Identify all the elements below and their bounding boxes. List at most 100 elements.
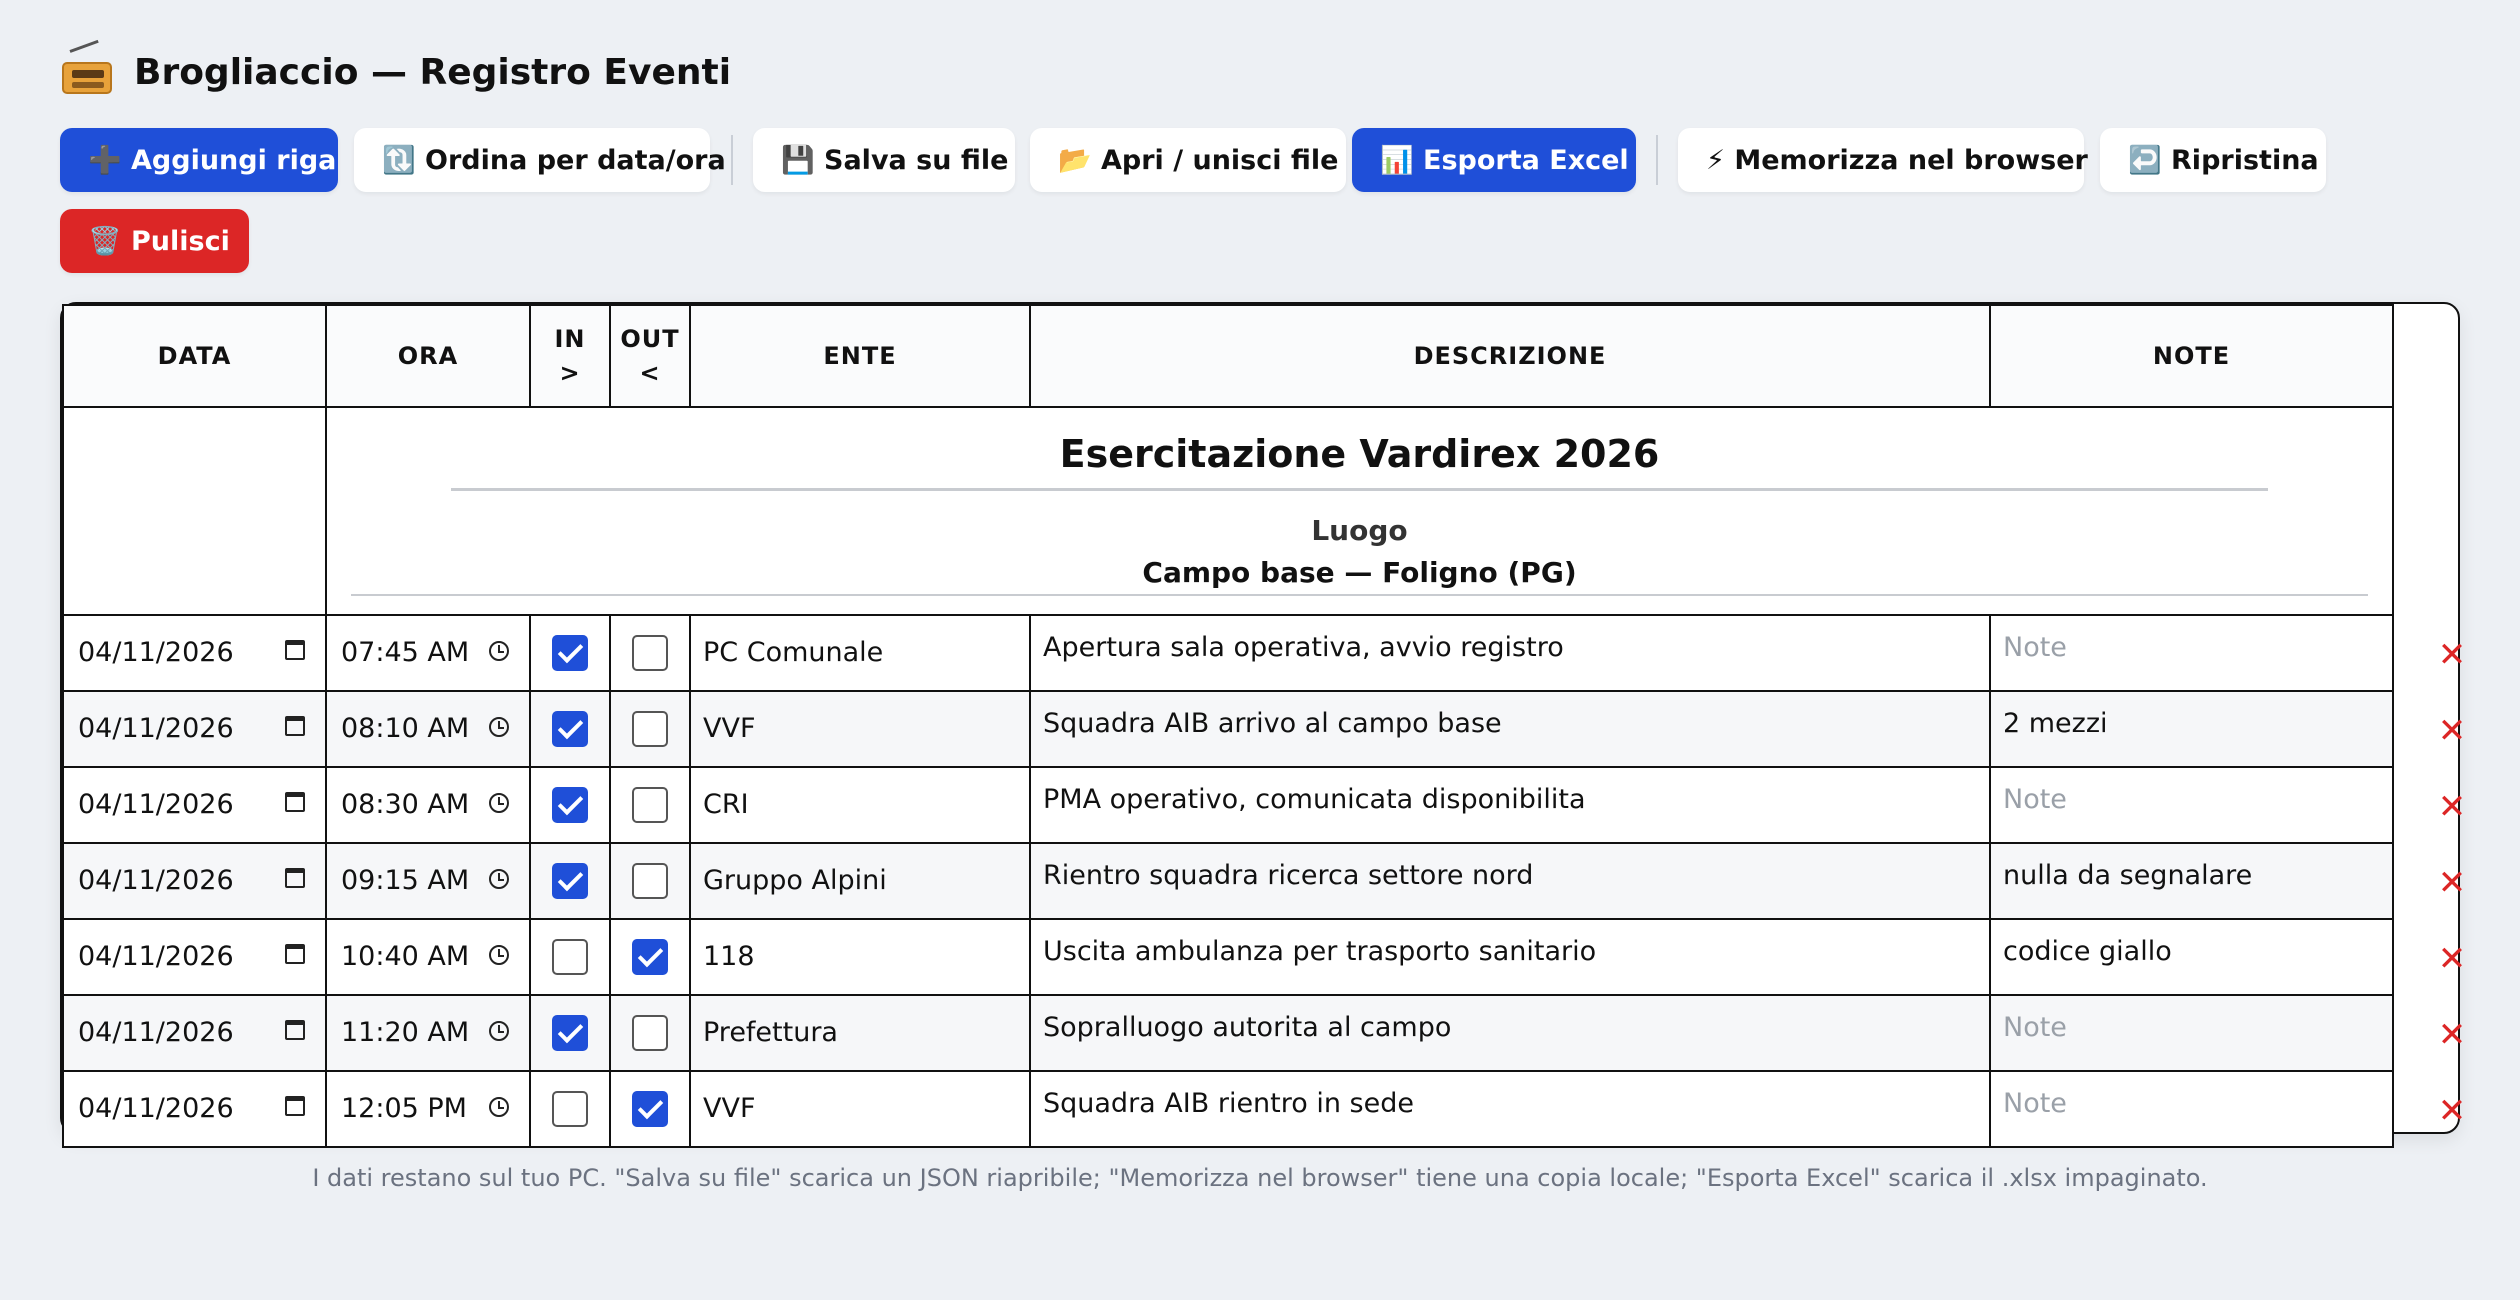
- date-input[interactable]: 04/11/2026: [62, 614, 327, 692]
- note-input[interactable]: Note: [1989, 766, 2394, 844]
- date-input[interactable]: 04/11/2026: [62, 994, 327, 1072]
- out-checkbox[interactable]: [632, 635, 668, 671]
- descrizione-input[interactable]: Uscita ambulanza per trasporto sanitario: [1029, 918, 1991, 996]
- out-checkbox[interactable]: [632, 711, 668, 747]
- store-browser-button[interactable]: ⚡ Memorizza nel browser: [1678, 128, 2088, 192]
- note-input[interactable]: codice giallo: [1989, 918, 2394, 996]
- column-header-in: IN >: [529, 304, 611, 408]
- event-title[interactable]: Esercitazione Vardirex 2026: [327, 432, 2392, 476]
- delete-row-icon[interactable]: ✕: [2426, 922, 2478, 996]
- clear-button[interactable]: 🗑️ Pulisci: [60, 209, 249, 273]
- out-checkbox[interactable]: [632, 787, 668, 823]
- in-checkbox[interactable]: [552, 787, 588, 823]
- out-checkbox[interactable]: [632, 863, 668, 899]
- ente-input[interactable]: VVF: [689, 1070, 1031, 1148]
- time-value: 10:40 AM: [341, 941, 470, 972]
- date-value: 04/11/2026: [78, 865, 234, 896]
- note-value: nulla da segnalare: [2003, 860, 2253, 891]
- descrizione-input[interactable]: Sopralluogo autorita al campo: [1029, 994, 1991, 1072]
- delete-row-icon[interactable]: ✕: [2426, 770, 2478, 844]
- calendar-icon[interactable]: [285, 868, 305, 888]
- time-input[interactable]: 07:45 AM: [325, 614, 531, 692]
- note-input[interactable]: Note: [1989, 994, 2394, 1072]
- out-cell: [609, 614, 691, 692]
- clock-icon[interactable]: [489, 869, 509, 889]
- table-row: 04/11/2026 12:05 PM VVF Squadra AIB rientro…: [62, 1070, 2394, 1148]
- ente-input[interactable]: Gruppo Alpini: [689, 842, 1031, 920]
- calendar-icon[interactable]: [285, 640, 305, 660]
- time-input[interactable]: 08:10 AM: [325, 690, 531, 768]
- time-value: 12:05 PM: [341, 1093, 467, 1124]
- ente-input[interactable]: CRI: [689, 766, 1031, 844]
- descrizione-input[interactable]: Rientro squadra ricerca settore nord: [1029, 842, 1991, 920]
- in-checkbox[interactable]: [552, 635, 588, 671]
- in-checkbox[interactable]: [552, 1091, 588, 1127]
- in-checkbox[interactable]: [552, 939, 588, 975]
- delete-row-icon[interactable]: ✕: [2426, 846, 2478, 920]
- time-value: 09:15 AM: [341, 865, 470, 896]
- date-value: 04/11/2026: [78, 789, 234, 820]
- note-input[interactable]: Note: [1989, 1070, 2394, 1148]
- calendar-icon[interactable]: [285, 792, 305, 812]
- time-input[interactable]: 08:30 AM: [325, 766, 531, 844]
- date-input[interactable]: 04/11/2026: [62, 842, 327, 920]
- delete-row-icon[interactable]: ✕: [2426, 1074, 2478, 1148]
- ente-input[interactable]: VVF: [689, 690, 1031, 768]
- in-checkbox[interactable]: [552, 863, 588, 899]
- clock-icon[interactable]: [489, 641, 509, 661]
- date-input[interactable]: 04/11/2026: [62, 918, 327, 996]
- in-checkbox[interactable]: [552, 711, 588, 747]
- clock-icon[interactable]: [489, 945, 509, 965]
- descrizione-input[interactable]: Squadra AIB arrivo al campo base: [1029, 690, 1991, 768]
- table-header-row: DATA ORA IN > OUT < ENTE DESCRIZIONE NOTE: [62, 304, 2394, 408]
- export-excel-button[interactable]: 📊 Esporta Excel: [1352, 128, 1636, 192]
- ente-input[interactable]: PC Comunale: [689, 614, 1031, 692]
- table-row: 04/11/2026 08:30 AM CRI PMA operativo, comu…: [62, 766, 2394, 844]
- delete-row-icon[interactable]: ✕: [2426, 618, 2478, 692]
- open-merge-button[interactable]: 📂 Apri / unisci file: [1030, 128, 1346, 192]
- descrizione-input[interactable]: PMA operativo, comunicata disponibilita: [1029, 766, 1991, 844]
- note-placeholder: Note: [2003, 784, 2067, 815]
- save-file-button[interactable]: 💾 Salva su file: [753, 128, 1015, 192]
- time-input[interactable]: 12:05 PM: [325, 1070, 531, 1148]
- calendar-icon[interactable]: [285, 716, 305, 736]
- note-placeholder: Note: [2003, 1088, 2067, 1119]
- column-header-data: DATA: [62, 304, 327, 408]
- clock-icon[interactable]: [489, 1097, 509, 1117]
- clock-icon[interactable]: [489, 793, 509, 813]
- clock-icon[interactable]: [489, 1021, 509, 1041]
- descrizione-input[interactable]: Apertura sala operativa, avvio registro: [1029, 614, 1991, 692]
- event-banner-row: Esercitazione Vardirex 2026 Luogo Campo …: [62, 406, 2394, 616]
- date-input[interactable]: 04/11/2026: [62, 1070, 327, 1148]
- note-input[interactable]: nulla da segnalare: [1989, 842, 2394, 920]
- restore-button[interactable]: ↩️ Ripristina: [2100, 128, 2326, 192]
- date-value: 04/11/2026: [78, 637, 234, 668]
- calendar-icon[interactable]: [285, 944, 305, 964]
- delete-row-icon[interactable]: ✕: [2426, 998, 2478, 1072]
- calendar-icon[interactable]: [285, 1096, 305, 1116]
- column-header-ora: ORA: [325, 304, 531, 408]
- clock-icon[interactable]: [489, 717, 509, 737]
- out-checkbox[interactable]: [632, 939, 668, 975]
- add-row-button[interactable]: ➕ Aggiungi riga: [60, 128, 338, 192]
- note-input[interactable]: Note: [1989, 614, 2394, 692]
- date-value: 04/11/2026: [78, 1093, 234, 1124]
- delete-row-icon[interactable]: ✕: [2426, 694, 2478, 768]
- event-banner: Esercitazione Vardirex 2026 Luogo Campo …: [325, 406, 2394, 616]
- ente-input[interactable]: 118: [689, 918, 1031, 996]
- luogo-value[interactable]: Campo base — Foligno (PG): [327, 556, 2392, 589]
- date-input[interactable]: 04/11/2026: [62, 690, 327, 768]
- ente-input[interactable]: Prefettura: [689, 994, 1031, 1072]
- sort-button[interactable]: 🔃 Ordina per data/ora: [354, 128, 726, 192]
- descrizione-input[interactable]: Squadra AIB rientro in sede: [1029, 1070, 1991, 1148]
- out-checkbox[interactable]: [632, 1091, 668, 1127]
- note-input[interactable]: 2 mezzi: [1989, 690, 2394, 768]
- time-input[interactable]: 11:20 AM: [325, 994, 531, 1072]
- time-input[interactable]: 09:15 AM: [325, 842, 531, 920]
- calendar-icon[interactable]: [285, 1020, 305, 1040]
- date-input[interactable]: 04/11/2026: [62, 766, 327, 844]
- out-cell: [609, 918, 691, 996]
- in-checkbox[interactable]: [552, 1015, 588, 1051]
- time-input[interactable]: 10:40 AM: [325, 918, 531, 996]
- out-checkbox[interactable]: [632, 1015, 668, 1051]
